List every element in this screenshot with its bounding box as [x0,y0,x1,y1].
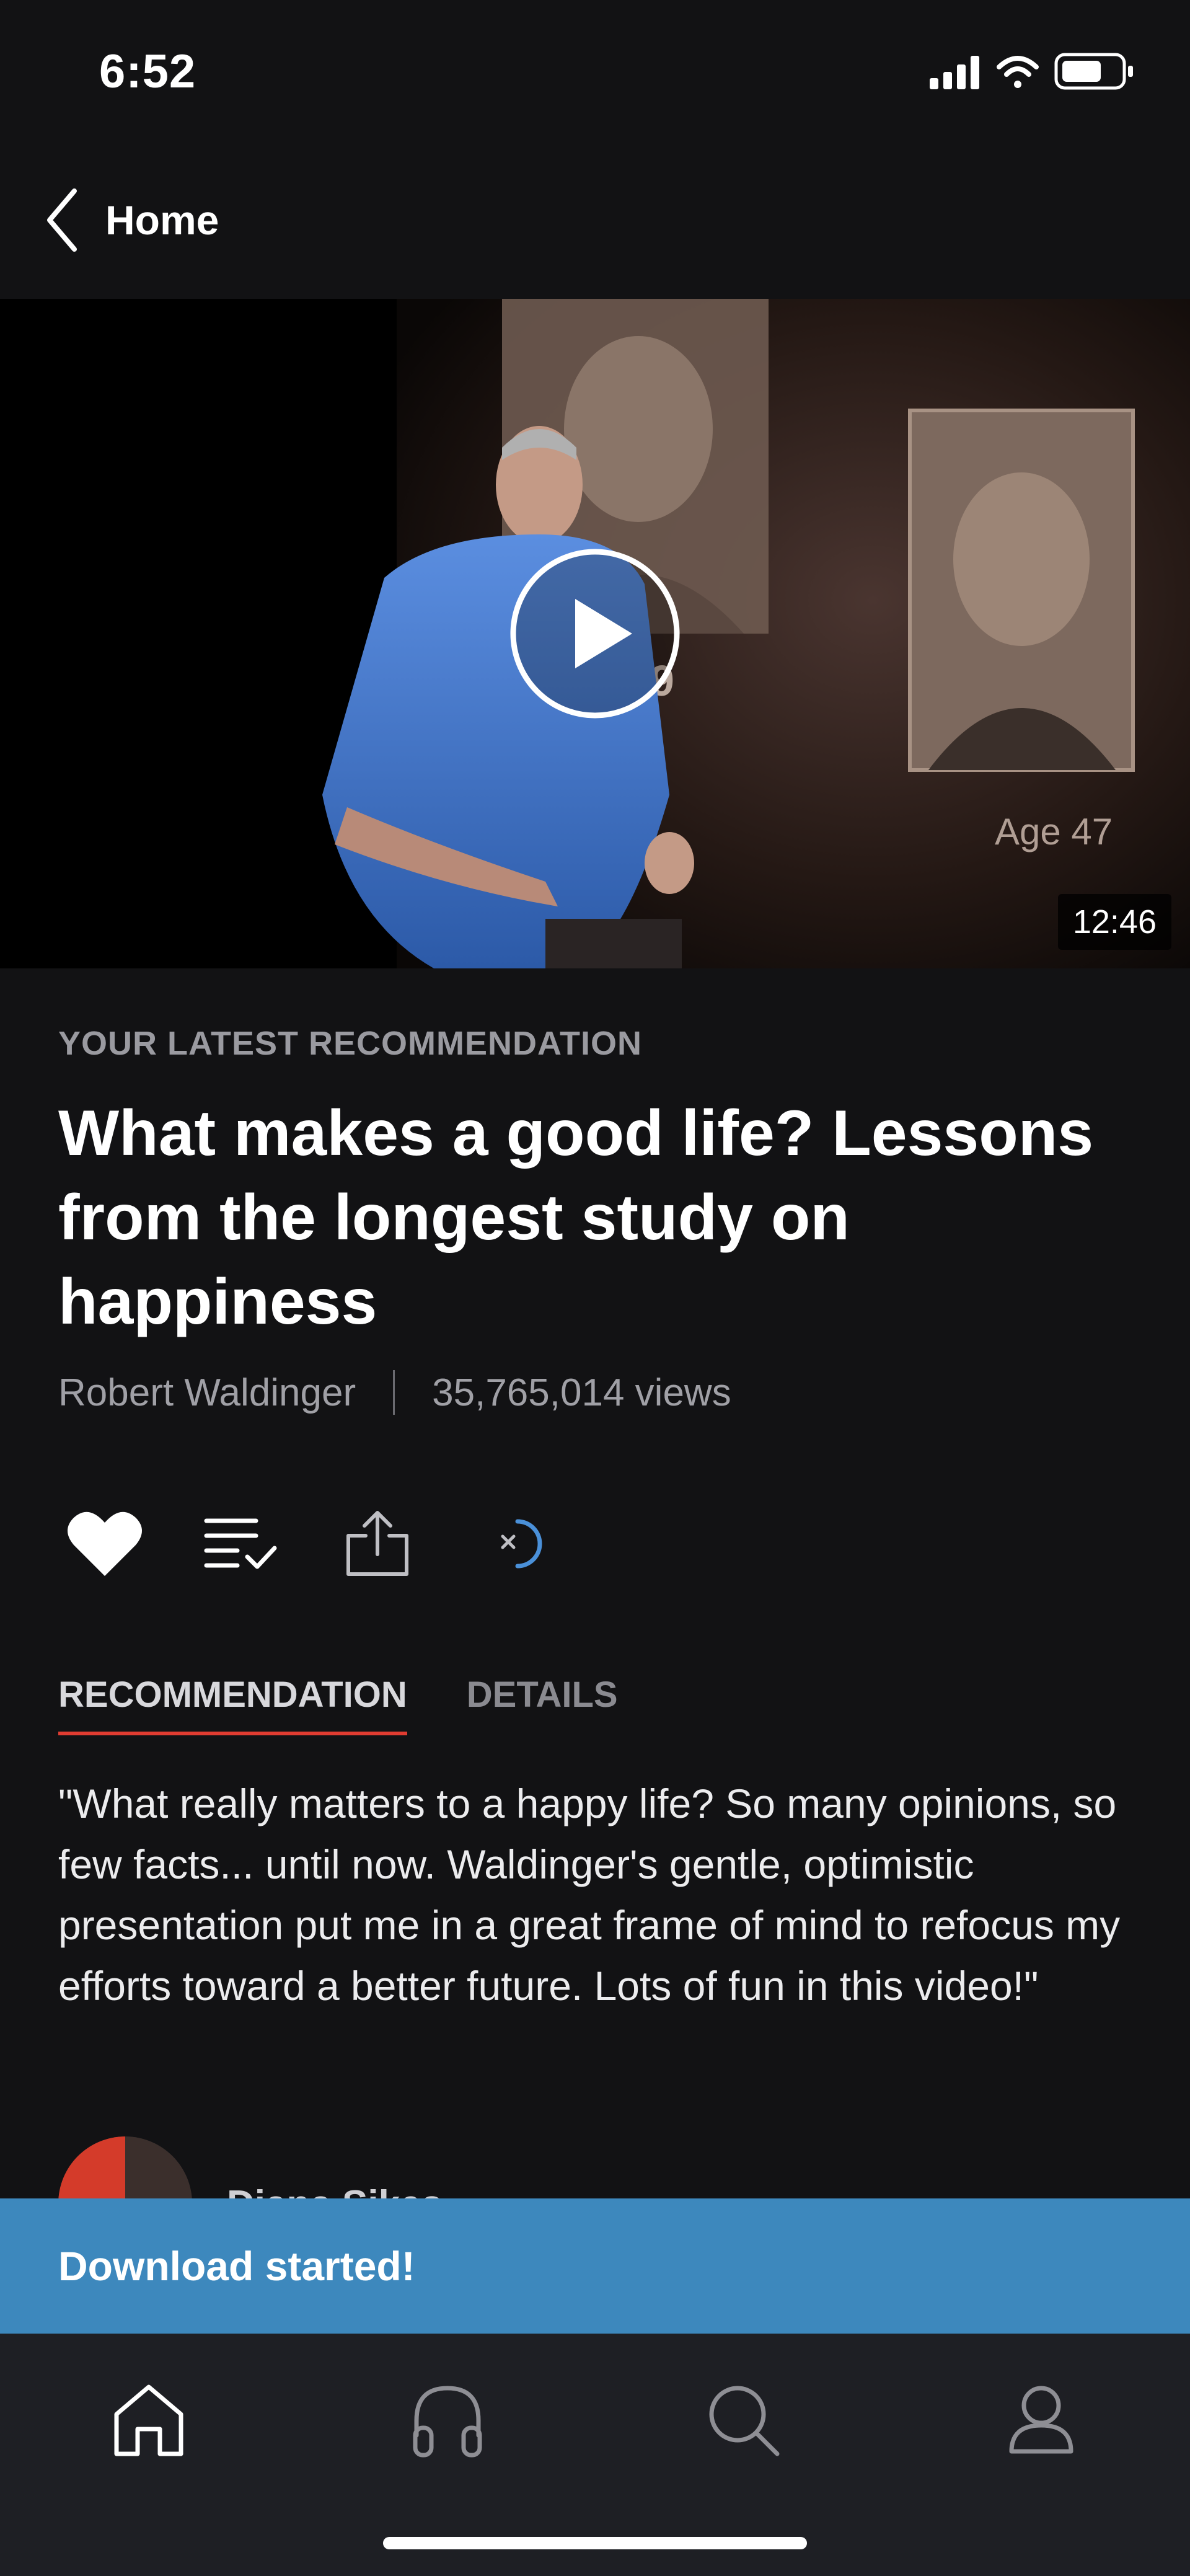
share-icon [346,1511,408,1576]
status-time: 6:52 [99,45,196,98]
talk-meta: Robert Waldinger 35,765,014 views [58,1370,731,1415]
playlist-check-icon [204,1518,277,1569]
video-duration: 12:46 [1057,894,1171,950]
wifi-icon [997,56,1039,88]
download-toast: Download started! [0,2198,1190,2334]
status-icons [930,53,1133,90]
home-indicator [383,2537,807,2549]
section-eyebrow: YOUR LATEST RECOMMENDATION [58,1025,642,1062]
slide-text-age47: Age 47 [995,811,1113,852]
meta-divider [393,1370,395,1415]
tab-home[interactable] [99,2371,198,2470]
tab-search[interactable] [694,2371,793,2470]
signal-icon [930,56,979,89]
back-label: Home [105,197,219,243]
tab-recommendation[interactable]: RECOMMENDATION [58,1674,407,1735]
download-cancel-icon [501,1519,542,1569]
view-count: 35,765,014 views [432,1371,731,1414]
headphones-icon [413,2386,482,2458]
search-icon [709,2386,780,2456]
back-button[interactable]: Home [43,180,219,260]
heart-icon [68,1512,142,1576]
person-icon [1009,2386,1073,2454]
chevron-left-icon [47,188,77,252]
tab-profile[interactable] [992,2371,1091,2470]
home-icon [114,2384,183,2456]
speaker-name[interactable]: Robert Waldinger [58,1371,356,1415]
download-progress-button[interactable] [467,1497,560,1590]
recommendation-quote: "What really matters to a happy life? So… [58,1781,1121,2009]
tab-podcasts[interactable] [398,2371,497,2470]
tab-details[interactable]: DETAILS [467,1674,618,1735]
play-button[interactable] [508,547,682,720]
content-tabs: RECOMMENDATION DETAILS [58,1674,677,1735]
talk-title: What makes a good life? Lessons from the… [58,1097,1094,1338]
battery-icon [1054,53,1133,90]
add-to-list-button[interactable] [195,1497,288,1590]
action-bar [58,1488,604,1600]
share-button[interactable] [331,1497,424,1590]
like-button[interactable] [58,1497,151,1590]
toast-message: Download started! [58,2243,415,2289]
